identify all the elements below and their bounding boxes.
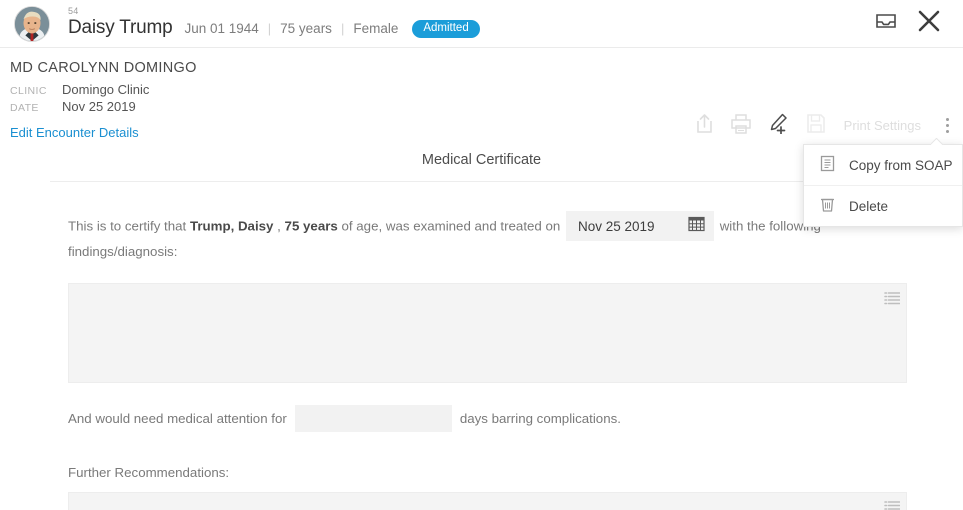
days-text-before: And would need medical attention for (68, 411, 287, 426)
doctor-name: MD CAROLYNN DOMINGO (10, 60, 197, 76)
patient-gender: Female (353, 20, 399, 36)
more-vertical-icon[interactable] (939, 116, 955, 136)
date-value: Nov 25 2019 (62, 99, 136, 114)
trash-icon (820, 196, 836, 216)
divider: | (267, 20, 272, 36)
patient-age: 75 years (280, 20, 332, 36)
bullet-list-icon[interactable] (884, 499, 901, 510)
clinic-label: CLINIC (10, 85, 47, 97)
header-actions (875, 9, 949, 38)
inbox-tray-icon[interactable] (875, 11, 897, 36)
days-text-after: days barring complications. (459, 411, 621, 426)
page-title: Daisy Trump (68, 16, 173, 38)
menu-item-delete[interactable]: Delete (804, 185, 962, 226)
share-upload-icon[interactable] (695, 113, 714, 139)
divider: | (340, 20, 345, 36)
patient-photo-avatar (15, 6, 49, 41)
close-x-icon[interactable] (917, 9, 941, 38)
avatar[interactable] (14, 5, 50, 42)
days-input[interactable] (294, 405, 452, 432)
printer-icon[interactable] (730, 113, 752, 139)
findings-diagnosis-textarea[interactable] (68, 283, 907, 383)
floppy-save-icon[interactable] (806, 113, 826, 139)
treatment-date-value: Nov 25 2019 (578, 218, 655, 234)
encounter-strip: MD CAROLYNN DOMINGO CLINIC Domingo Clini… (0, 48, 963, 227)
patient-header: 54 Daisy Trump Jun 01 1944 | 75 years | … (0, 0, 963, 48)
context-menu: Copy from SOAP Delete (803, 144, 963, 227)
document-body: This is to certify that Trump, Daisy , 7… (0, 182, 963, 510)
patient-sub-id: 54 (68, 5, 79, 16)
menu-item-label: Copy from SOAP (849, 157, 953, 173)
print-settings-label: Print Settings (843, 118, 921, 133)
menu-item-label: Delete (849, 198, 889, 214)
certificate-paragraph: This is to certify that Trump, Daisy , 7… (68, 211, 907, 261)
cert-comma: , (273, 218, 285, 234)
bullet-list-icon[interactable] (884, 290, 901, 311)
further-recommendations-textarea[interactable] (68, 492, 907, 510)
cert-age: 75 years (284, 218, 338, 234)
encounter-clinic-row: CLINIC Domingo Clinic (10, 82, 963, 97)
edit-encounter-details-link[interactable]: Edit Encounter Details (10, 125, 139, 140)
menu-caret (931, 138, 944, 145)
patient-detail-line: Daisy Trump Jun 01 1944 | 75 years | Fem… (68, 17, 480, 41)
cert-text-1: This is to certify that (68, 218, 190, 234)
further-recommendations-label: Further Recommendations: (68, 465, 230, 480)
document-toolbar: Print Settings (695, 112, 955, 139)
cert-text-2: of age, was examined and treated on (337, 218, 564, 234)
pencil-plus-icon[interactable] (768, 112, 790, 139)
calendar-icon[interactable] (688, 215, 705, 237)
date-label: DATE (10, 102, 39, 114)
clinic-value: Domingo Clinic (62, 82, 150, 97)
days-attention-line: And would need medical attention for day… (68, 405, 907, 432)
cert-patient-name: Trump, Daisy (189, 218, 274, 234)
status-badge: Admitted (412, 19, 480, 39)
patient-identity: 54 Daisy Trump Jun 01 1944 | 75 years | … (68, 5, 480, 41)
treatment-date-input[interactable]: Nov 25 2019 (566, 211, 714, 241)
document-lines-icon (820, 155, 836, 175)
menu-item-copy-from-soap[interactable]: Copy from SOAP (804, 145, 962, 185)
patient-birthdate: Jun 01 1944 (184, 20, 259, 36)
